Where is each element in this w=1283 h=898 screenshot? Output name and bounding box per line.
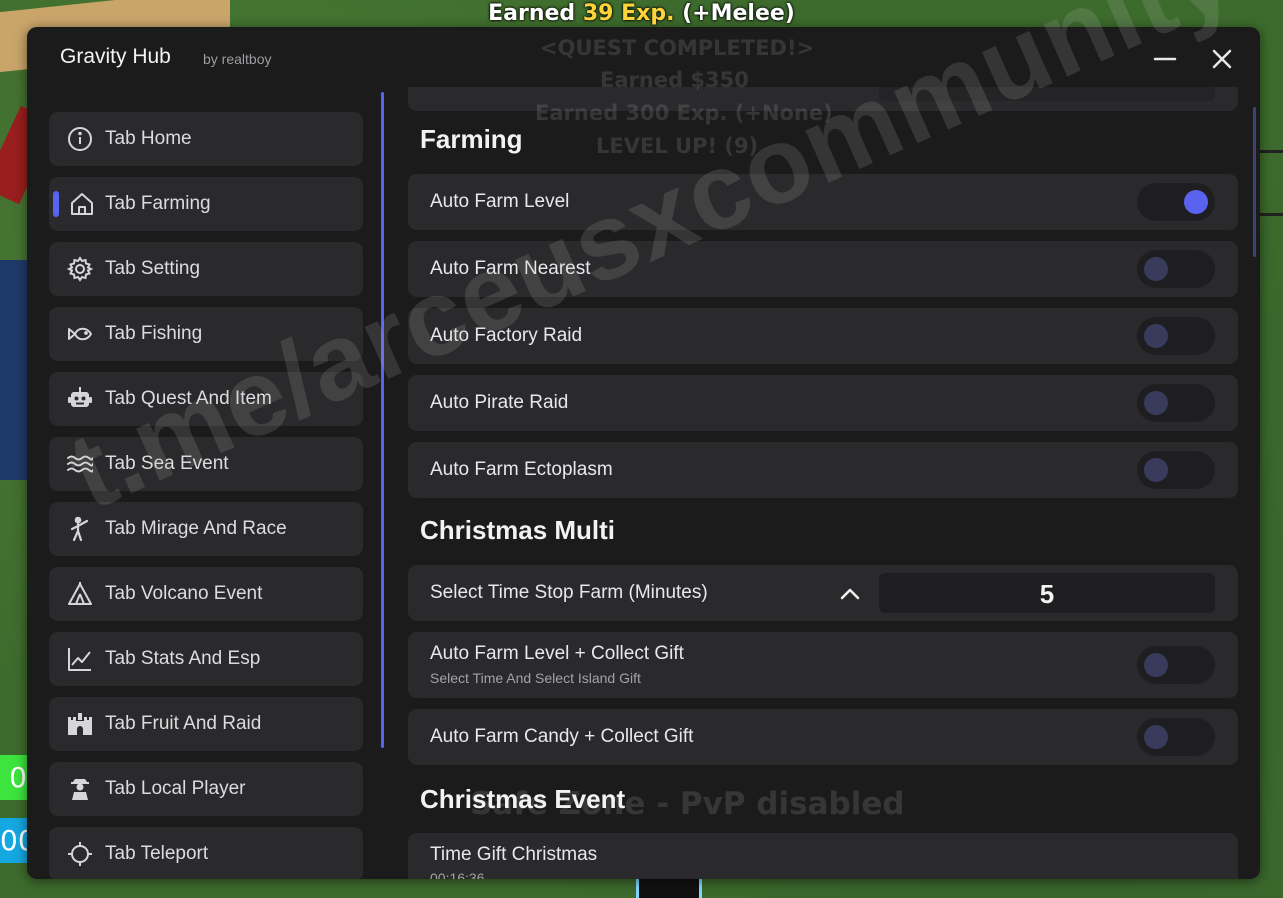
auto-farm-level-toggle[interactable] xyxy=(1137,183,1215,221)
selected-value: 5 xyxy=(1039,579,1055,609)
toggle-label: Auto Farm Level xyxy=(430,191,570,212)
toggle-row-auto-pirate-raid[interactable]: Auto Pirate Raid xyxy=(408,375,1238,431)
tab-label: Tab Fishing xyxy=(105,323,203,344)
toggle-knob xyxy=(1144,257,1168,281)
minimize-button[interactable] xyxy=(1147,41,1183,77)
close-button[interactable] xyxy=(1204,41,1240,77)
toggle-label: Auto Farm Candy + Collect Gift xyxy=(430,726,694,747)
auto-farm-level-collect-gift-toggle[interactable] xyxy=(1137,646,1215,684)
home-icon xyxy=(69,191,95,217)
tab-mirage-and-race[interactable]: Tab Mirage And Race xyxy=(49,502,363,556)
section-heading-christmas-multi: Christmas Multi xyxy=(420,515,616,545)
gear-icon xyxy=(66,256,94,282)
info-row-time-gift-christmas: Time Gift Christmas 00:16:36 xyxy=(408,833,1238,879)
tab-label: Tab Home xyxy=(105,128,192,149)
tab-label: Tab Stats And Esp xyxy=(105,648,261,669)
tab-label: Tab Volcano Event xyxy=(105,583,263,604)
toggle-description: Select Time And Select Island Gift xyxy=(430,670,641,686)
sidebar-scrollbar[interactable] xyxy=(381,92,384,748)
waves-icon xyxy=(67,451,94,477)
chart-icon xyxy=(67,646,93,672)
info-icon xyxy=(67,126,93,152)
tab-stats-and-esp[interactable]: Tab Stats And Esp xyxy=(49,632,363,686)
content-scrollbar[interactable] xyxy=(1253,107,1256,257)
tab-label: Tab Teleport xyxy=(105,843,209,864)
tab-label: Tab Sea Event xyxy=(105,453,229,474)
tab-sea-event[interactable]: Tab Sea Event xyxy=(49,437,363,491)
previous-row xyxy=(408,87,1238,111)
gift-timer-value: 00:16:36 xyxy=(430,870,485,879)
toggle-row-auto-farm-candy-collect-gift[interactable]: Auto Farm Candy + Collect Gift xyxy=(408,709,1238,765)
tab-volcano-event[interactable]: Tab Volcano Event xyxy=(49,567,363,621)
toggle-knob xyxy=(1144,391,1168,415)
auto-farm-candy-collect-gift-toggle[interactable] xyxy=(1137,718,1215,756)
tab-farming[interactable]: Tab Farming xyxy=(49,177,363,231)
health-bar-fragment: 0 xyxy=(0,755,27,800)
toggle-label: Auto Farm Ectoplasm xyxy=(430,459,613,480)
tab-quest-and-item[interactable]: Tab Quest And Item xyxy=(49,372,363,426)
fish-icon xyxy=(67,321,93,347)
toggle-row-auto-farm-ectoplasm[interactable]: Auto Farm Ectoplasm xyxy=(408,442,1238,498)
crosshair-icon xyxy=(67,841,93,867)
chevron-up-icon[interactable] xyxy=(838,584,862,604)
exp-amount: 39 Exp. xyxy=(582,1,675,26)
time-stop-select[interactable]: 5 xyxy=(879,573,1215,613)
tab-label: Tab Mirage And Race xyxy=(105,518,287,539)
toggle-knob xyxy=(1144,653,1168,677)
window-subtitle: by realtboy xyxy=(203,51,272,67)
tab-teleport[interactable]: Tab Teleport xyxy=(49,827,363,879)
section-heading-christmas-event: Christmas Event xyxy=(420,784,626,814)
auto-farm-nearest-toggle[interactable] xyxy=(1137,250,1215,288)
tab-label: Tab Local Player xyxy=(105,778,246,799)
toggle-label: Auto Farm Nearest xyxy=(430,258,591,279)
active-indicator xyxy=(53,191,59,217)
tab-fishing[interactable]: Tab Fishing xyxy=(49,307,363,361)
info-label: Time Gift Christmas xyxy=(430,844,598,865)
toggle-label: Auto Factory Raid xyxy=(430,325,583,346)
toggle-row-auto-farm-level-collect-gift[interactable]: Auto Farm Level + Collect Gift Select Ti… xyxy=(408,632,1238,698)
auto-pirate-raid-toggle[interactable] xyxy=(1137,384,1215,422)
tab-fruit-and-raid[interactable]: Tab Fruit And Raid xyxy=(49,697,363,751)
dropdown-label: Select Time Stop Farm (Minutes) xyxy=(430,582,708,603)
gravity-hub-window: Gravity Hub by realtboy Tab Home Tab Far… xyxy=(27,27,1260,879)
auto-farm-ectoplasm-toggle[interactable] xyxy=(1137,451,1215,489)
person-icon xyxy=(67,776,93,802)
tab-setting[interactable]: Tab Setting xyxy=(49,242,363,296)
minimize-icon xyxy=(1153,57,1177,61)
toggle-knob xyxy=(1144,324,1168,348)
castle-icon xyxy=(67,711,93,737)
tab-label: Tab Quest And Item xyxy=(105,388,272,409)
toggle-knob xyxy=(1144,458,1168,482)
tent-icon xyxy=(67,581,93,607)
toggle-knob xyxy=(1184,190,1208,214)
energy-bar-fragment: 00 xyxy=(0,818,27,863)
robot-icon xyxy=(67,386,93,412)
tab-label: Tab Fruit And Raid xyxy=(105,713,262,734)
tab-label: Tab Farming xyxy=(105,193,211,214)
toggle-knob xyxy=(1144,725,1168,749)
exp-notification: Earned 39 Exp. (+Melee) xyxy=(488,1,795,26)
toggle-row-auto-farm-level[interactable]: Auto Farm Level xyxy=(408,174,1238,230)
tab-local-player[interactable]: Tab Local Player xyxy=(49,762,363,816)
dropdown-row-time-stop-farm[interactable]: Select Time Stop Farm (Minutes) 5 xyxy=(408,565,1238,621)
toggle-label: Auto Farm Level + Collect Gift xyxy=(430,643,684,664)
toggle-row-auto-factory-raid[interactable]: Auto Factory Raid xyxy=(408,308,1238,364)
content-panel: Farming Auto Farm Level Auto Farm Neares… xyxy=(408,87,1238,879)
auto-factory-raid-toggle[interactable] xyxy=(1137,317,1215,355)
window-title: Gravity Hub xyxy=(60,45,171,68)
toggle-row-auto-farm-nearest[interactable]: Auto Farm Nearest xyxy=(408,241,1238,297)
tab-label: Tab Setting xyxy=(105,258,201,279)
section-heading-farming: Farming xyxy=(420,124,523,154)
martial-arts-icon xyxy=(67,516,93,542)
close-icon xyxy=(1212,49,1232,69)
tab-home[interactable]: Tab Home xyxy=(49,112,363,166)
sidebar: Tab Home Tab Farming Tab Setting Tab Fis… xyxy=(49,112,363,879)
toggle-label: Auto Pirate Raid xyxy=(430,392,569,413)
